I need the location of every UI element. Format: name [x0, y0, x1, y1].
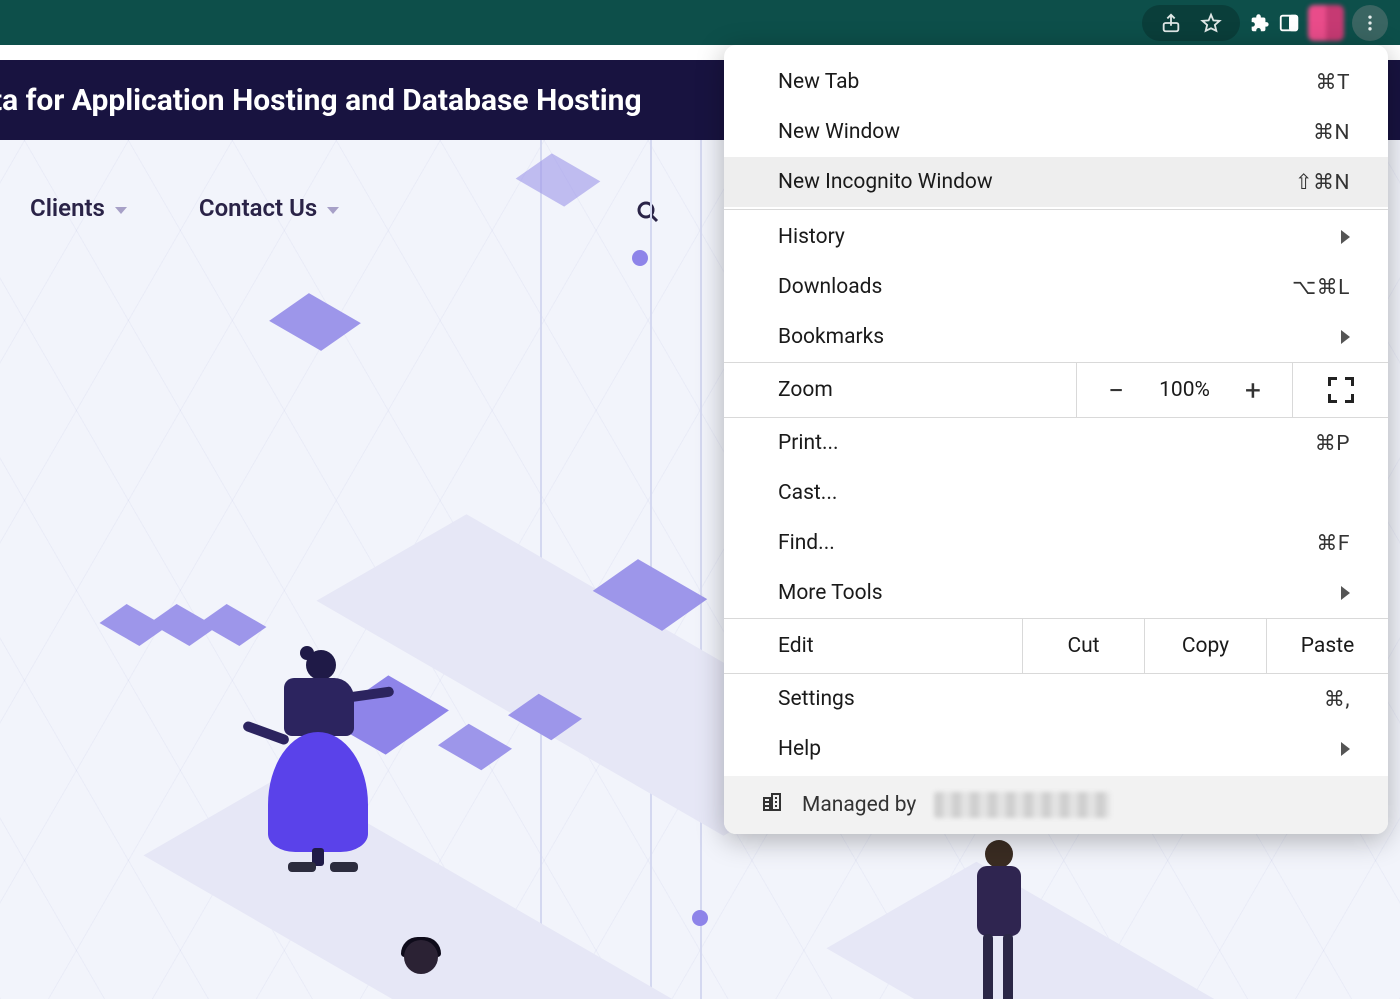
menu-label: More Tools	[778, 581, 1341, 605]
toolbar-pill	[1142, 5, 1240, 41]
menu-label: Help	[778, 737, 1341, 761]
menu-item-new-window[interactable]: New Window ⌘N	[724, 107, 1388, 157]
zoom-out-button[interactable]: −	[1101, 374, 1131, 407]
chevron-down-icon	[327, 207, 339, 214]
menu-shortcut: ⌘T	[1315, 70, 1350, 95]
menu-label: New Window	[778, 120, 1313, 144]
menu-separator	[724, 209, 1388, 210]
star-icon[interactable]	[1200, 12, 1222, 34]
menu-item-help[interactable]: Help	[724, 724, 1388, 774]
edit-copy-button[interactable]: Copy	[1144, 619, 1266, 673]
zoom-controls: − 100% +	[1076, 363, 1292, 417]
menu-item-history[interactable]: History	[724, 212, 1388, 262]
menu-item-zoom: Zoom − 100% +	[724, 362, 1388, 418]
menu-label: Find...	[778, 531, 1316, 555]
zoom-in-button[interactable]: +	[1238, 374, 1268, 407]
menu-item-find[interactable]: Find... ⌘F	[724, 518, 1388, 568]
menu-item-more-tools[interactable]: More Tools	[724, 568, 1388, 618]
decorative-node	[632, 250, 648, 266]
browser-overflow-menu: New Tab ⌘T New Window ⌘N New Incognito W…	[724, 45, 1388, 834]
menu-label: Cast...	[778, 481, 1350, 505]
chevron-down-icon	[115, 207, 127, 214]
menu-label: New Incognito Window	[778, 170, 1295, 194]
menu-item-managed-by[interactable]: Managed by	[724, 776, 1388, 834]
menu-shortcut: ⌘P	[1315, 431, 1350, 456]
decorative-line	[700, 140, 702, 999]
menu-item-settings[interactable]: Settings ⌘,	[724, 674, 1388, 724]
menu-label: Print...	[778, 431, 1315, 455]
edit-cut-button[interactable]: Cut	[1022, 619, 1144, 673]
menu-label: Bookmarks	[778, 325, 1341, 349]
managed-by-prefix: Managed by	[802, 793, 916, 817]
chevron-right-icon	[1341, 230, 1350, 244]
menu-item-print[interactable]: Print... ⌘P	[724, 418, 1388, 468]
chevron-right-icon	[1341, 586, 1350, 600]
menu-label: History	[778, 225, 1341, 249]
share-icon[interactable]	[1160, 12, 1182, 34]
browser-toolbar	[0, 0, 1400, 45]
menu-shortcut: ⌘F	[1316, 531, 1350, 556]
menu-shortcut: ⌥⌘L	[1292, 275, 1350, 300]
nav-contact[interactable]: Contact Us	[199, 194, 339, 222]
nav-contact-label: Contact Us	[199, 194, 317, 222]
menu-label: Downloads	[778, 275, 1292, 299]
nav-clients[interactable]: Clients	[30, 194, 127, 222]
menu-shortcut: ⌘N	[1313, 120, 1350, 145]
menu-item-downloads[interactable]: Downloads ⌥⌘L	[724, 262, 1388, 312]
search-icon	[636, 200, 660, 224]
menu-label: New Tab	[778, 70, 1315, 94]
side-panel-icon[interactable]	[1278, 12, 1300, 34]
search-button[interactable]	[630, 194, 666, 230]
edit-paste-button[interactable]: Paste	[1266, 619, 1388, 673]
menu-item-edit: Edit Cut Copy Paste	[724, 618, 1388, 674]
hero-title: ta for Application Hosting and Database …	[0, 83, 642, 118]
fullscreen-icon	[1328, 377, 1354, 403]
managed-by-org-redacted	[934, 792, 1110, 818]
zoom-label: Zoom	[724, 363, 1076, 417]
menu-item-new-tab[interactable]: New Tab ⌘T	[724, 57, 1388, 107]
organization-icon	[760, 790, 784, 820]
extensions-icon[interactable]	[1248, 12, 1270, 34]
edit-label: Edit	[724, 619, 1022, 673]
nav-clients-label: Clients	[30, 194, 105, 222]
site-nav: Clients Contact Us	[30, 194, 339, 222]
menu-item-new-incognito[interactable]: New Incognito Window ⇧⌘N	[724, 157, 1388, 207]
menu-shortcut: ⌘,	[1324, 687, 1350, 712]
decorative-node	[692, 910, 708, 926]
menu-item-bookmarks[interactable]: Bookmarks	[724, 312, 1388, 362]
menu-item-cast[interactable]: Cast...	[724, 468, 1388, 518]
menu-label: Settings	[778, 687, 1324, 711]
chevron-right-icon	[1341, 330, 1350, 344]
profile-avatar[interactable]	[1308, 5, 1344, 41]
more-menu-button[interactable]	[1352, 5, 1388, 41]
chevron-right-icon	[1341, 742, 1350, 756]
zoom-level: 100%	[1159, 378, 1210, 402]
fullscreen-button[interactable]	[1292, 363, 1388, 417]
menu-shortcut: ⇧⌘N	[1295, 170, 1350, 195]
